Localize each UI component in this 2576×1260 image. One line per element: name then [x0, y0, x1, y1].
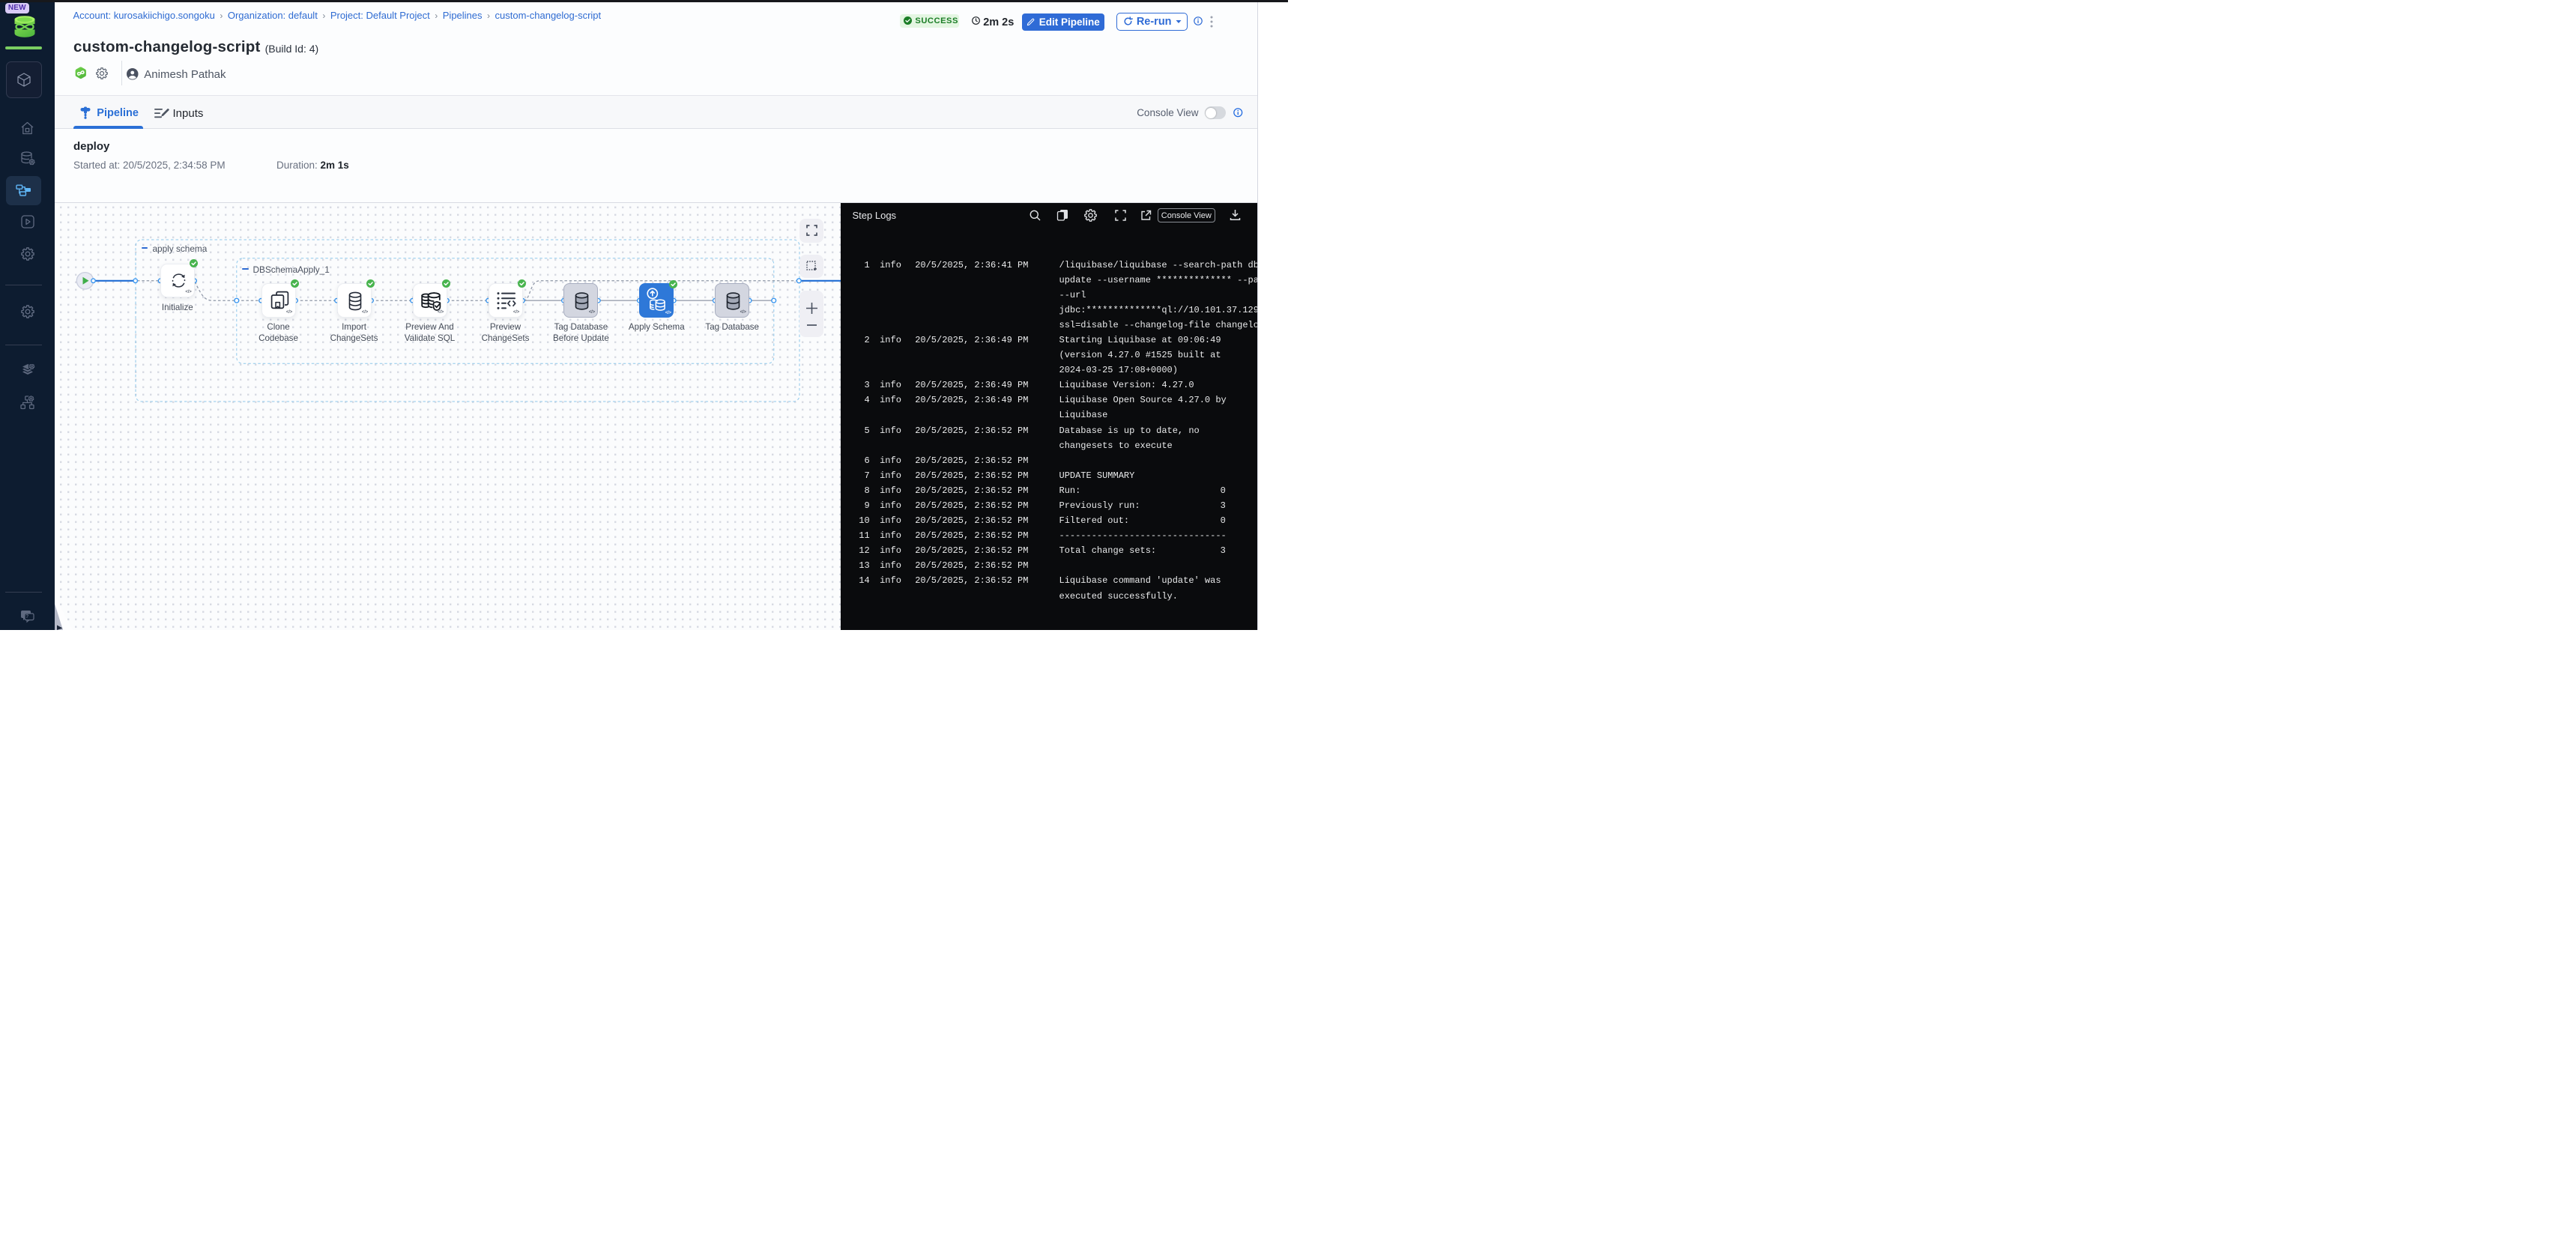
svg-text:?: ? [25, 614, 28, 620]
